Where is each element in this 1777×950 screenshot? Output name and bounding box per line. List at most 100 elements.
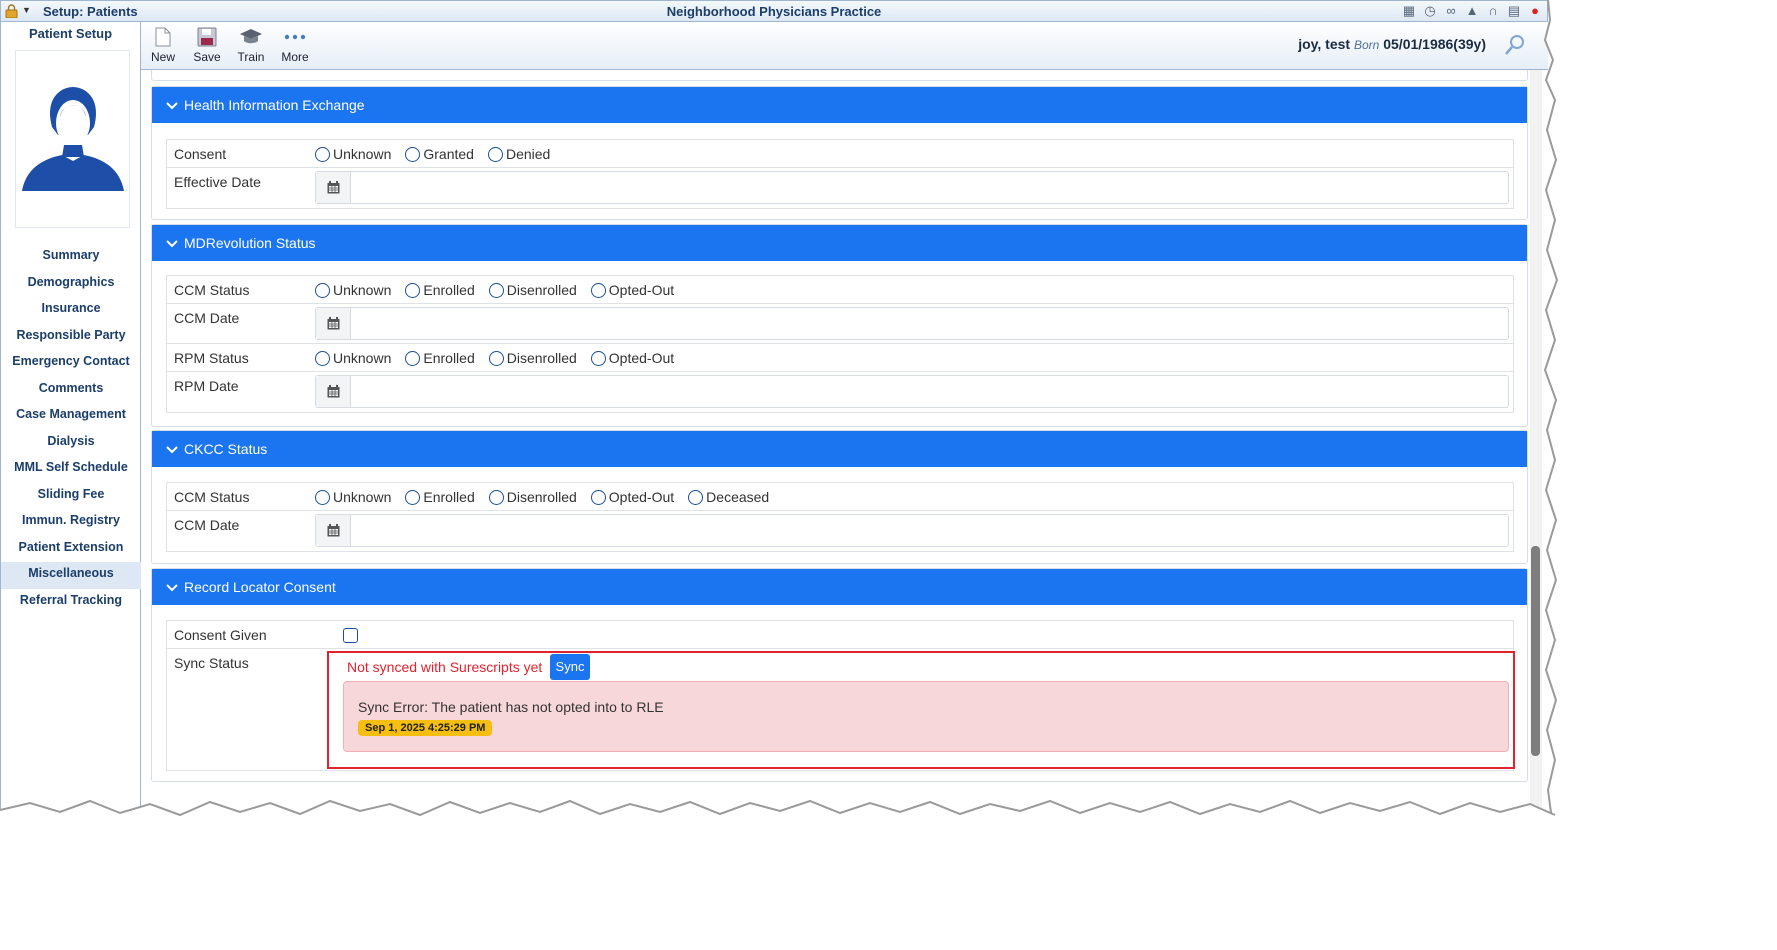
radio-circle[interactable] <box>405 489 421 505</box>
ckcc-ccm-date-label: CCM Date <box>174 517 240 533</box>
radio-disenrolled[interactable]: Disenrolled <box>488 282 577 298</box>
radio-label: Granted <box>423 146 474 162</box>
calendar-icon[interactable] <box>316 308 351 339</box>
sidebar-item-miscellaneous[interactable]: Miscellaneous <box>1 562 141 589</box>
sync-button[interactable]: Sync <box>550 654 590 680</box>
train-button[interactable]: Train <box>231 26 271 64</box>
radio-disenrolled[interactable]: Disenrolled <box>488 350 577 366</box>
effective-date-input[interactable] <box>315 171 1509 204</box>
radio-circle[interactable] <box>315 350 330 366</box>
rlc-panel-header[interactable]: Record Locator Consent <box>152 569 1527 605</box>
ccm-date-input[interactable] <box>315 307 1509 340</box>
hie-panel-header[interactable]: Health Information Exchange <box>152 87 1527 123</box>
sidebar-item-referral-tracking[interactable]: Referral Tracking <box>1 589 141 616</box>
new-label: New <box>150 50 175 64</box>
radio-unknown[interactable]: Unknown <box>315 282 391 298</box>
radio-circle[interactable] <box>590 282 606 298</box>
radio-enrolled[interactable]: Enrolled <box>405 350 475 366</box>
radio-circle[interactable] <box>488 282 504 298</box>
radio-circle[interactable] <box>487 146 503 162</box>
radio-unknown[interactable]: Unknown <box>315 489 391 505</box>
ckcc-ccm-status-label: CCM Status <box>174 489 250 505</box>
mdrevolution-panel-header[interactable]: MDRevolution Status <box>152 225 1527 261</box>
radio-enrolled[interactable]: Enrolled <box>405 282 475 298</box>
ckcc-panel-header[interactable]: CKCC Status <box>152 431 1527 467</box>
radio-circle[interactable] <box>590 489 606 505</box>
sidebar-item-patient-extension[interactable]: Patient Extension <box>1 536 141 563</box>
patient-banner[interactable]: joy, test Born 05/01/1986(39y) <box>1298 36 1486 52</box>
radio-circle[interactable] <box>315 489 330 505</box>
sync-status-box: Not synced with Surescripts yet Sync Syn… <box>327 651 1515 769</box>
calendar-icon[interactable] <box>316 515 351 546</box>
effective-date-label: Effective Date <box>174 174 261 190</box>
radio-opted-out[interactable]: Opted-Out <box>590 489 674 505</box>
new-button[interactable]: New <box>143 26 183 64</box>
binoculars-icon[interactable]: ∞ <box>1443 3 1459 19</box>
hie-consent-row: Consent Unknown Granted Denied <box>167 140 1513 168</box>
mdrevolution-panel: MDRevolution Status CCM Status Unknown En… <box>151 224 1528 427</box>
radio-enrolled[interactable]: Enrolled <box>405 489 475 505</box>
rpm-date-input[interactable] <box>315 375 1509 408</box>
sidebar-item-sliding-fee[interactable]: Sliding Fee <box>1 483 141 510</box>
sidebar-item-case-management[interactable]: Case Management <box>1 403 141 430</box>
radio-label: Disenrolled <box>506 489 577 505</box>
radio-opted-out[interactable]: Opted-Out <box>590 282 674 298</box>
ckcc-form: CCM Status Unknown Enrolled Disenrolled Opt… <box>166 482 1514 552</box>
search-icon[interactable] <box>1504 34 1526 56</box>
radio-circle[interactable] <box>405 350 421 366</box>
calendar-icon[interactable] <box>316 376 351 407</box>
sidebar-item-comments[interactable]: Comments <box>1 377 141 404</box>
radio-deceased[interactable]: Deceased <box>688 489 769 505</box>
radio-granted[interactable]: Granted <box>405 146 474 162</box>
rpm-status-label: RPM Status <box>174 350 249 366</box>
rpm-status-radio-group: Unknown Enrolled Disenrolled Opted-Out <box>315 350 688 366</box>
sidebar: Patient Setup Summary Demographics Insuran… <box>0 22 141 822</box>
sidebar-item-demographics[interactable]: Demographics <box>1 271 141 298</box>
hie-panel: Health Information Exchange Consent Unkn… <box>151 86 1528 220</box>
more-button[interactable]: More <box>275 26 315 64</box>
save-button[interactable]: Save <box>187 26 227 64</box>
sync-error-text: Sync Error: The patient has not opted in… <box>358 699 664 715</box>
radio-opted-out[interactable]: Opted-Out <box>590 350 674 366</box>
radio-circle[interactable] <box>590 350 606 366</box>
avatar[interactable] <box>15 50 130 228</box>
sidebar-item-immun-registry[interactable]: Immun. Registry <box>1 509 141 536</box>
radio-disenrolled[interactable]: Disenrolled <box>488 489 577 505</box>
ckcc-ccm-date-input[interactable] <box>315 514 1509 547</box>
chevron-down-icon <box>166 102 178 110</box>
sidebar-item-summary[interactable]: Summary <box>1 244 141 271</box>
consent-given-label: Consent Given <box>174 627 267 643</box>
radio-denied[interactable]: Denied <box>487 146 550 162</box>
calendar-icon[interactable] <box>316 172 351 203</box>
radio-circle[interactable] <box>405 146 421 162</box>
graduation-cap-icon[interactable]: ▲ <box>1464 3 1480 19</box>
radio-label: Enrolled <box>423 489 475 505</box>
new-document-icon <box>155 27 171 47</box>
sidebar-item-emergency-contact[interactable]: Emergency Contact <box>1 350 141 377</box>
consent-given-checkbox[interactable] <box>343 628 358 643</box>
sidebar-item-mml-self-schedule[interactable]: MML Self Schedule <box>1 456 141 483</box>
sidebar-item-responsible-party[interactable]: Responsible Party <box>1 324 141 351</box>
radio-circle[interactable] <box>488 350 504 366</box>
ckcc-ccm-status-radio-group: Unknown Enrolled Disenrolled Opted-Out Decea… <box>315 489 783 505</box>
radio-circle[interactable] <box>488 489 504 505</box>
radio-label: Deceased <box>706 489 770 505</box>
rpm-status-row: RPM Status Unknown Enrolled Disenrolled Opt… <box>167 344 1513 372</box>
radio-circle[interactable] <box>315 146 330 162</box>
radio-circle[interactable] <box>688 489 704 505</box>
close-icon[interactable]: ● <box>1527 3 1543 19</box>
sync-status-label: Sync Status <box>174 655 249 671</box>
calculator-icon[interactable]: ▤ <box>1506 3 1522 19</box>
stopwatch-icon[interactable]: ◷ <box>1422 3 1438 19</box>
scrollbar-thumb[interactable] <box>1531 546 1540 756</box>
sidebar-item-insurance[interactable]: Insurance <box>1 297 141 324</box>
map-icon[interactable]: ▦ <box>1401 3 1417 19</box>
save-label: Save <box>193 50 221 64</box>
radio-unknown[interactable]: Unknown <box>315 146 391 162</box>
more-label: More <box>281 50 309 64</box>
headset-icon[interactable]: ∩ <box>1485 3 1501 19</box>
radio-circle[interactable] <box>405 282 421 298</box>
radio-unknown[interactable]: Unknown <box>315 350 391 366</box>
radio-circle[interactable] <box>315 282 330 298</box>
sidebar-item-dialysis[interactable]: Dialysis <box>1 430 141 457</box>
